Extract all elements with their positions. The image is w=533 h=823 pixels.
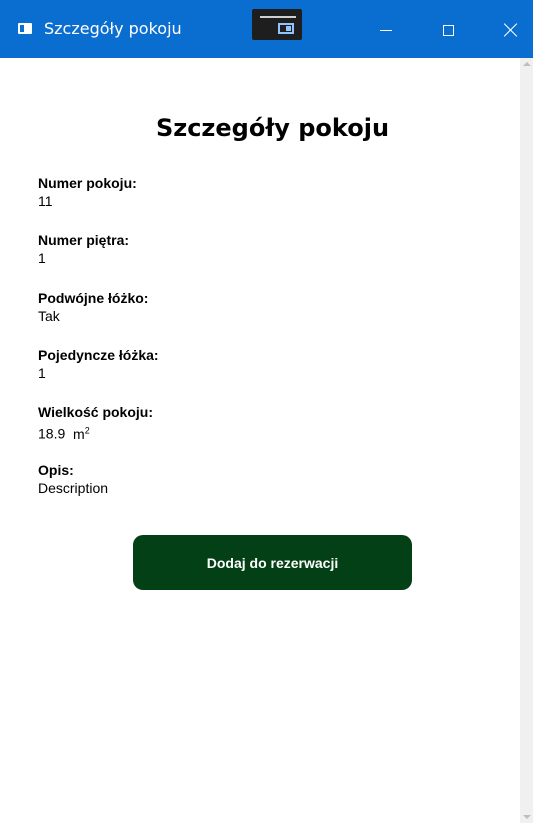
field-label: Opis:: [38, 462, 74, 478]
field-label: Podwójne łóżko:: [38, 290, 149, 306]
close-icon: [503, 22, 519, 38]
minimize-button[interactable]: [363, 0, 409, 58]
maximize-icon: [442, 24, 454, 36]
field-label: Numer pokoju:: [38, 175, 137, 191]
scroll-up-arrow-icon[interactable]: [523, 62, 531, 66]
field-label: Wielkość pokoju:: [38, 404, 154, 420]
field-label: Numer piętra:: [38, 232, 130, 248]
room-details-window: Szczegóły pokoju Szczegóły pokoju Numer …: [0, 0, 533, 823]
window-app-icon: [18, 23, 32, 34]
field-room-size: Wielkość pokoju: 18.9 m2: [38, 403, 153, 443]
scroll-down-arrow-icon[interactable]: [523, 815, 531, 819]
field-value: Description: [38, 480, 109, 496]
page-title: Szczegóły pokoju: [155, 114, 390, 142]
close-button[interactable]: [488, 0, 533, 58]
room-size-unit: m2: [73, 425, 90, 442]
field-description: Opis: Description: [38, 461, 108, 497]
content-area: Szczegóły pokoju Numer pokoju: 11 Numer …: [0, 58, 520, 823]
field-value: 11: [38, 193, 53, 209]
field-value: Tak: [38, 308, 60, 324]
title-bar[interactable]: Szczegóły pokoju: [0, 0, 533, 58]
maximize-button[interactable]: [425, 0, 471, 58]
room-size-value: 18.9: [38, 425, 66, 442]
field-label: Pojedyncze łóżka:: [38, 347, 159, 363]
field-room-number: Numer pokoju: 11: [38, 174, 137, 210]
field-value: 1: [38, 365, 46, 381]
add-to-reservation-button[interactable]: Dodaj do rezerwacji: [133, 535, 412, 590]
snap-layout-icon[interactable]: [252, 9, 302, 40]
field-single-beds: Pojedyncze łóżka: 1: [38, 346, 159, 382]
window-title: Szczegóły pokoju: [44, 19, 182, 38]
field-value: 1: [38, 250, 46, 266]
minimize-icon: [380, 29, 392, 31]
unit-base: m: [73, 425, 85, 442]
field-value: 18.9 m2: [38, 421, 153, 443]
unit-exponent: 2: [84, 425, 90, 435]
field-double-bed: Podwójne łóżko: Tak: [38, 289, 148, 325]
vertical-scrollbar[interactable]: [520, 58, 533, 823]
field-floor-number: Numer piętra: 1: [38, 231, 129, 267]
